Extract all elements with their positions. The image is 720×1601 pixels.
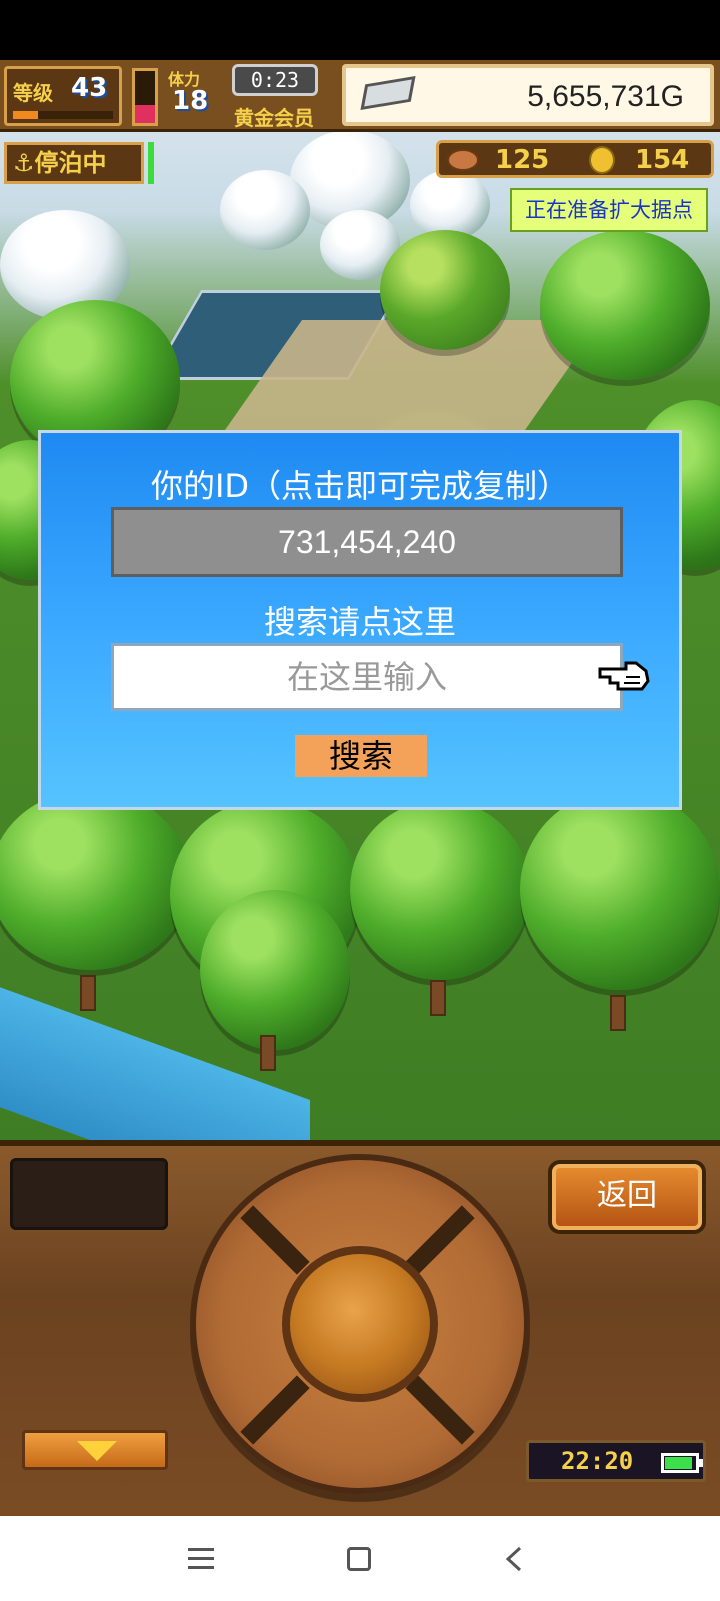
anchor-indicator	[148, 142, 154, 184]
stamina-timer: 0:23	[232, 64, 318, 96]
tree	[520, 790, 720, 990]
expand-base-notice[interactable]: 正在准备扩大据点	[510, 188, 708, 232]
tree	[350, 800, 530, 980]
level-progress-fill	[13, 111, 38, 119]
menu-icon	[188, 1548, 214, 1551]
home-icon	[347, 1547, 371, 1571]
anchor-status-label: 停泊中	[34, 149, 107, 177]
dpad-divider	[405, 1205, 475, 1275]
dpad-divider	[240, 1375, 310, 1445]
battery-icon	[661, 1453, 699, 1473]
level-value: 43	[71, 73, 108, 103]
tree	[200, 890, 350, 1050]
clock-value: 22:20	[561, 1447, 634, 1475]
tree-trunk	[610, 995, 626, 1031]
anchor-icon: ⚓	[13, 149, 35, 177]
stamina-gauge-fill	[135, 104, 155, 123]
recent-apps-button[interactable]	[176, 1534, 226, 1584]
clock-display: 22:20	[526, 1440, 706, 1482]
tree-trunk	[430, 980, 446, 1016]
menu-toggle-button[interactable]	[22, 1430, 168, 1470]
control-panel: 返回 22:20	[0, 1140, 720, 1516]
dpad-center-button[interactable]	[282, 1246, 438, 1402]
top-hud: 等级 43 体力 18 0:23 黄金会员 5,655,731G	[0, 60, 720, 132]
search-prompt: 搜索请点这里	[263, 603, 456, 641]
dialog-title: 你的ID（点击即可完成复制）	[150, 467, 570, 505]
gold-counter: 5,655,731G	[342, 64, 714, 126]
system-back-button[interactable]	[490, 1534, 540, 1584]
battery-fill	[665, 1457, 693, 1469]
level-progress-bar	[13, 111, 113, 119]
pointing-hand-icon	[598, 661, 650, 691]
user-id-copy-box[interactable]: 731,454,240	[111, 507, 623, 577]
stamina-gauge	[132, 68, 158, 126]
menu-icon	[188, 1566, 214, 1569]
stamina-value: 18	[172, 86, 209, 116]
directional-pad[interactable]	[190, 1154, 530, 1494]
search-button[interactable]: 搜索	[295, 735, 427, 777]
anchor-status[interactable]: ⚓停泊中	[4, 142, 144, 184]
arrow-down-icon	[77, 1441, 117, 1461]
meat-value: 125	[495, 145, 550, 175]
system-nav-bar	[0, 1516, 720, 1601]
resource-counter: 125 154	[436, 140, 714, 178]
id-search-dialog: 你的ID（点击即可完成复制） 731,454,240 搜索请点这里 搜索	[38, 430, 682, 810]
tree	[540, 230, 710, 380]
tree	[0, 790, 190, 970]
gold-value: 5,655,731G	[527, 80, 684, 113]
gold-member-label: 黄金会员	[234, 106, 314, 130]
level-label: 等级	[13, 81, 53, 105]
back-chevron-icon	[505, 1546, 522, 1572]
menu-icon	[188, 1557, 214, 1560]
tree-trunk	[260, 1035, 276, 1071]
battery-tip	[699, 1459, 703, 1467]
back-button[interactable]: 返回	[552, 1164, 702, 1230]
search-input[interactable]	[111, 643, 623, 711]
status-bar	[0, 0, 720, 60]
meat-icon	[447, 149, 479, 171]
orange-tree	[380, 230, 510, 350]
tree-trunk	[80, 975, 96, 1011]
coin-value: 154	[635, 145, 690, 175]
dpad-divider	[405, 1375, 475, 1445]
silver-bar-icon	[360, 76, 416, 110]
level-panel: 等级 43	[4, 66, 122, 126]
dpad-divider	[240, 1205, 310, 1275]
snowy-tree	[220, 170, 310, 250]
coin-icon	[589, 146, 615, 174]
panel-screen	[10, 1158, 168, 1230]
home-button[interactable]	[334, 1534, 384, 1584]
